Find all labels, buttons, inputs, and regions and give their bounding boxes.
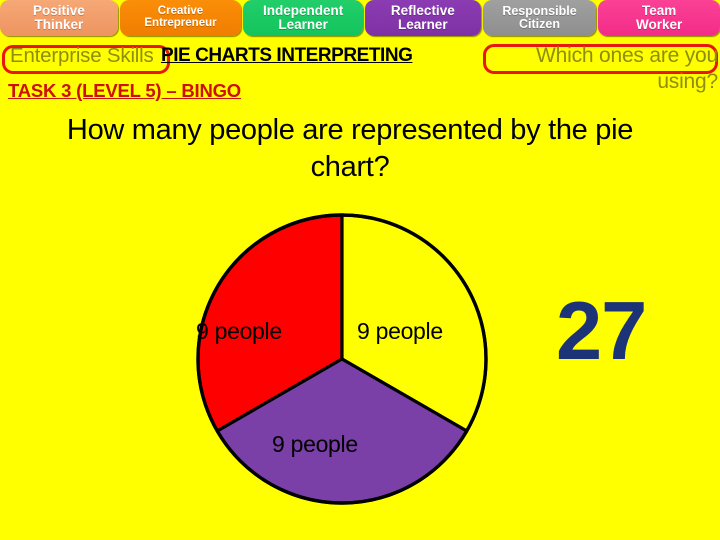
skill-pill-line1: Team — [642, 3, 677, 19]
pie-slice-label-red: 9 people — [196, 318, 282, 344]
skills-banner: Positive Thinker Creative Entrepreneur I… — [0, 0, 720, 38]
enterprise-skills-label: Enterprise Skills — [10, 44, 154, 67]
skill-pill-line2: Entrepreneur — [144, 17, 217, 29]
skill-pill-line2: Learner — [398, 17, 448, 32]
skill-pill-line1: Positive — [32, 3, 85, 19]
which-ones-prompt: Which ones are you using? — [536, 44, 718, 93]
pie-chart-svg — [196, 213, 488, 505]
skill-pill-responsible-citizen[interactable]: Responsible Citizen — [482, 0, 597, 36]
skill-pill-positive-thinker[interactable]: Positive Thinker — [0, 0, 118, 36]
question-text: How many people are represented by the p… — [66, 114, 634, 184]
pie-slice-label-yellow: 9 people — [357, 318, 443, 344]
pie-slice-label-purple: 9 people — [272, 431, 358, 457]
skill-pill-line1: Reflective — [390, 3, 455, 19]
skill-pill-line1: Independent — [263, 3, 344, 19]
skill-pill-creative-entrepreneur[interactable]: Creative Entrepreneur — [119, 0, 242, 36]
skill-pill-team-worker[interactable]: Team Worker — [598, 0, 720, 36]
skill-pill-line2: Thinker — [34, 17, 84, 32]
skill-pill-reflective-learner[interactable]: Reflective Learner — [364, 0, 481, 36]
skill-pill-line2: Learner — [278, 17, 328, 32]
skill-pill-line2: Citizen — [519, 17, 560, 31]
skill-pill-line2: Worker — [636, 17, 683, 32]
answer-value: 27 — [556, 284, 647, 377]
skill-pill-independent-learner[interactable]: Independent Learner — [243, 0, 363, 36]
topic-title: PIE CHARTS INTERPRETING — [161, 45, 413, 66]
pie-chart — [194, 211, 490, 507]
task-line: TASK 3 (LEVEL 5) – BINGO — [8, 80, 241, 101]
